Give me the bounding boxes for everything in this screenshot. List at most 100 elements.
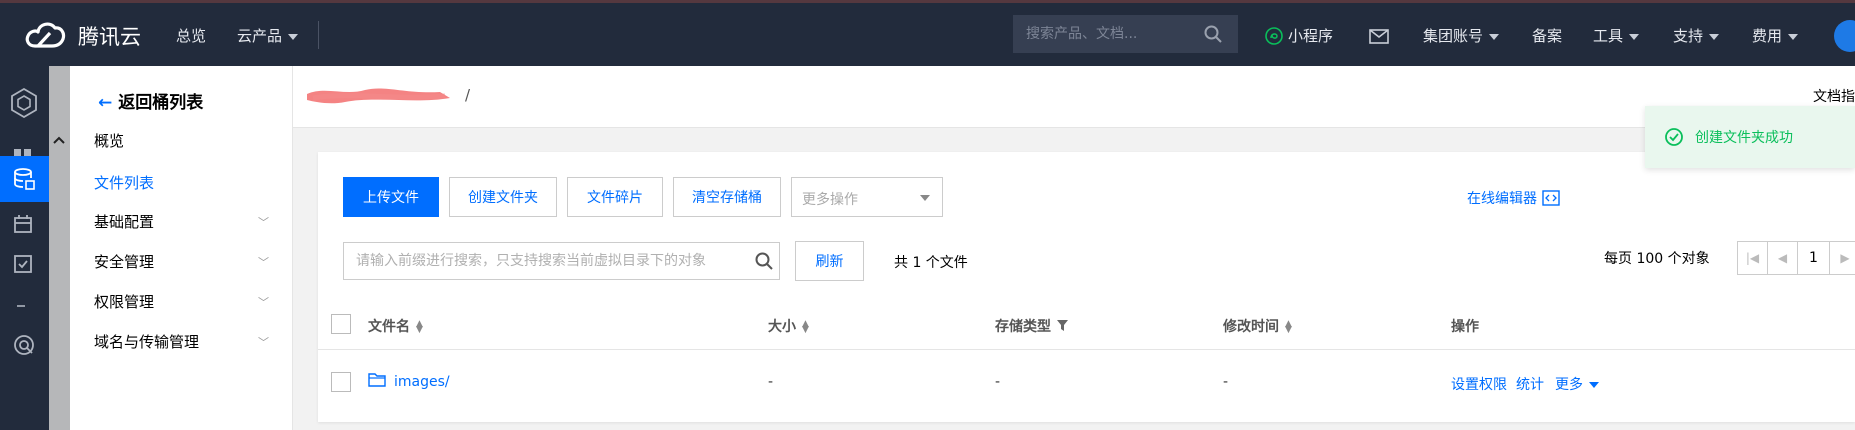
- breadcrumb-separator: /: [465, 86, 471, 104]
- nav-divider: [318, 21, 319, 49]
- more-label: 更多: [1555, 377, 1583, 393]
- arrow-left-icon: ←: [98, 93, 113, 113]
- refresh-button[interactable]: 刷新: [795, 241, 864, 281]
- back-to-bucket-list-link[interactable]: ← 返回桶列表: [98, 88, 203, 113]
- cell-size: -: [768, 374, 774, 390]
- menu-item-security[interactable]: 安全管理: [94, 251, 154, 272]
- dash-icon: [17, 305, 25, 307]
- breadcrumb: / 文档指引: [293, 66, 1855, 128]
- file-count: 共 1 个文件: [894, 255, 968, 271]
- row-checkbox[interactable]: [331, 372, 351, 392]
- col-header-storage-class[interactable]: 存储类型: [995, 316, 1068, 336]
- more-actions-link[interactable]: 更多: [1555, 374, 1599, 394]
- col-name-label: 文件名: [368, 319, 410, 335]
- prev-page-icon[interactable]: ◀: [1768, 242, 1798, 274]
- chevron-down-icon: ﹀: [258, 336, 269, 349]
- chevron-down-icon: [1629, 33, 1640, 40]
- filter-icon[interactable]: [1057, 320, 1068, 332]
- online-editor-label: 在线编辑器: [1467, 191, 1537, 207]
- check-circle-icon: [1665, 128, 1683, 146]
- more-actions-select[interactable]: 更多操作: [791, 177, 943, 217]
- chevron-down-icon: ﹀: [258, 296, 269, 309]
- statistics-link[interactable]: 统计: [1516, 374, 1544, 394]
- chevron-down-icon: ﹀: [258, 256, 269, 269]
- nav-miniprogram[interactable]: 小程序: [1288, 25, 1333, 46]
- nav-cloud-products[interactable]: 云产品: [237, 25, 299, 46]
- file-prefix-search-input[interactable]: [343, 242, 780, 280]
- checklist-icon: [14, 255, 32, 273]
- col-header-size[interactable]: 大小 ▲ ▼: [768, 316, 809, 336]
- chevron-down-icon: [1709, 33, 1720, 40]
- chevron-down-icon: [288, 33, 299, 40]
- page-size-select[interactable]: 每页 100 个对象: [1604, 248, 1710, 268]
- hexagon-cube-icon: [11, 88, 37, 118]
- more-actions-label: 更多操作: [802, 192, 858, 208]
- brand-name[interactable]: 腾讯云: [78, 21, 141, 51]
- product-icon-rail: [0, 66, 70, 430]
- rail-cos-storage[interactable]: [0, 156, 49, 202]
- nav-cloud-products-label: 云产品: [237, 27, 283, 45]
- back-label: 返回桶列表: [118, 93, 204, 113]
- chevron-up-icon[interactable]: [53, 136, 65, 144]
- nav-support[interactable]: 支持: [1673, 25, 1720, 46]
- select-all-checkbox[interactable]: [331, 314, 351, 334]
- chevron-down-icon: [1788, 33, 1799, 40]
- folder-name-link[interactable]: images/: [394, 374, 450, 390]
- upload-file-button[interactable]: 上传文件: [343, 177, 439, 217]
- avatar[interactable]: [1834, 20, 1855, 52]
- next-page-icon[interactable]: ▶: [1830, 242, 1855, 274]
- nav-billing[interactable]: 费用: [1752, 25, 1799, 46]
- nav-billing-label: 费用: [1752, 27, 1783, 45]
- sort-icon[interactable]: ▲ ▼: [416, 320, 423, 335]
- rail-scrollbar[interactable]: [49, 66, 70, 430]
- chevron-down-icon: [920, 195, 930, 201]
- folder-icon: [368, 373, 386, 387]
- gauge-icon: [14, 335, 34, 355]
- nav-tools[interactable]: 工具: [1593, 25, 1640, 46]
- doc-guide-link[interactable]: 文档指引: [1813, 86, 1855, 106]
- rail-monitor[interactable]: [0, 322, 49, 368]
- nav-group-account-label: 集团账号: [1423, 27, 1484, 45]
- search-icon[interactable]: [1204, 25, 1222, 43]
- pagination: |◀ ◀ 1 ▶: [1737, 241, 1855, 275]
- current-page[interactable]: 1: [1798, 242, 1830, 274]
- menu-item-overview[interactable]: 概览: [94, 130, 124, 151]
- nav-group-account[interactable]: 集团账号: [1423, 25, 1500, 46]
- tencent-cloud-logo-icon[interactable]: [24, 16, 66, 52]
- col-storage-label: 存储类型: [995, 319, 1051, 335]
- menu-item-basic-config[interactable]: 基础配置: [94, 211, 154, 232]
- nav-overview[interactable]: 总览: [176, 25, 206, 46]
- bucket-sidebar-menu: ← 返回桶列表 概览 文件列表 基础配置 ﹀ 安全管理 ﹀ 权限管理 ﹀ 域名与传…: [70, 66, 293, 430]
- col-header-modified[interactable]: 修改时间 ▲ ▼: [1223, 316, 1292, 336]
- sort-icon[interactable]: ▲ ▼: [802, 320, 809, 335]
- search-icon[interactable]: [755, 252, 773, 270]
- nav-icp[interactable]: 备案: [1532, 25, 1562, 46]
- col-header-name[interactable]: 文件名 ▲ ▼: [368, 316, 423, 336]
- database-icon: [14, 168, 35, 190]
- rail-product-home[interactable]: [0, 74, 49, 134]
- cell-modified: -: [1223, 374, 1229, 390]
- success-toast: 创建文件夹成功: [1645, 106, 1855, 168]
- menu-item-domain-transfer[interactable]: 域名与传输管理: [94, 331, 199, 352]
- sort-icon[interactable]: ▲ ▼: [1285, 320, 1292, 335]
- menu-item-permissions[interactable]: 权限管理: [94, 291, 154, 312]
- calendar-icon: [14, 215, 32, 233]
- set-permission-link[interactable]: 设置权限: [1451, 374, 1507, 394]
- cell-storage-class: -: [995, 374, 1001, 390]
- file-list-panel: 上传文件 创建文件夹 文件碎片 清空存储桶 更多操作 在线编辑器 刷新 共 1 …: [318, 152, 1855, 422]
- chevron-down-icon: [1589, 382, 1599, 388]
- mail-icon[interactable]: [1369, 29, 1389, 44]
- toast-message: 创建文件夹成功: [1695, 130, 1793, 146]
- chevron-down-icon: [1489, 33, 1500, 40]
- table-row: images/ - - - 设置权限 统计 更多: [318, 350, 1855, 412]
- create-folder-button[interactable]: 创建文件夹: [449, 177, 557, 217]
- first-page-icon[interactable]: |◀: [1738, 242, 1768, 274]
- nav-tools-label: 工具: [1593, 27, 1624, 45]
- file-fragments-button[interactable]: 文件碎片: [567, 177, 663, 217]
- nav-support-label: 支持: [1673, 27, 1704, 45]
- empty-bucket-button[interactable]: 清空存储桶: [673, 177, 781, 217]
- code-editor-icon: [1542, 190, 1560, 206]
- menu-item-file-list[interactable]: 文件列表: [94, 172, 154, 193]
- online-editor-link[interactable]: 在线编辑器: [1467, 188, 1560, 208]
- redacted-bucket-name: [307, 88, 450, 104]
